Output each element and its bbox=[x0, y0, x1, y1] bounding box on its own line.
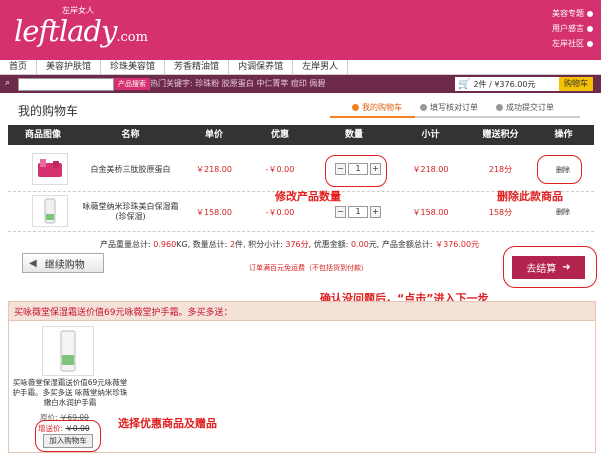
promo-product-name[interactable]: 买咏薇堂保湿霜送价值69元咏薇堂护手霜。多买多送 咏薇堂纳米珍珠嫩白水润护手霜 bbox=[10, 378, 130, 408]
search-icon: ⌕ bbox=[5, 78, 11, 88]
col-points: 赠送积分 bbox=[482, 130, 519, 140]
nav-item-oils[interactable]: 芳香精油馆 bbox=[165, 60, 230, 74]
top-link-testimonials[interactable]: 用户感言 bbox=[552, 21, 593, 36]
nav-item-skincare[interactable]: 美容护肤馆 bbox=[37, 60, 102, 74]
order-totals: 产品重量总计: 0.960KG, 数量总计: 2件, 积分小计: 376分, 优… bbox=[100, 239, 479, 250]
mini-cart: 🛒 2件 / ¥376.00元 购物车 bbox=[455, 77, 593, 91]
page-title: 我的购物车 bbox=[18, 104, 79, 118]
add-to-cart-button[interactable]: 加入购物车 bbox=[43, 434, 93, 448]
points-label: 件, 积分小计: bbox=[235, 240, 283, 249]
step-submit-order: 成功提交订单 bbox=[506, 103, 554, 112]
weight-value: 0.960 bbox=[153, 240, 177, 249]
unit-price: ￥158.00 bbox=[196, 208, 232, 217]
amount-label: 元, 产品金额总计: bbox=[368, 240, 433, 249]
promo-title: 买咏薇堂保湿霜送价值69元咏薇堂护手霜。多买多送： bbox=[14, 308, 233, 318]
step-confirm-order: 填写核对订单 bbox=[430, 103, 478, 112]
product-thumbnail[interactable] bbox=[32, 153, 68, 185]
mini-cart-button[interactable]: 购物车 bbox=[559, 77, 593, 91]
annotation-promo: 选择优惠商品及赠品 bbox=[118, 417, 217, 430]
col-image: 商品图像 bbox=[24, 130, 61, 140]
step-progress bbox=[330, 116, 415, 118]
top-links: 美容专题 用户感言 左岸社区 bbox=[552, 6, 593, 51]
top-link-community[interactable]: 左岸社区 bbox=[552, 36, 593, 51]
product-thumbnail[interactable] bbox=[32, 195, 68, 227]
subtotal: ￥218.00 bbox=[412, 165, 449, 174]
amount-value: ￥376.00元 bbox=[435, 240, 480, 249]
continue-label: 继续购物 bbox=[44, 259, 85, 271]
nav-item-home[interactable]: 首页 bbox=[0, 60, 38, 74]
search-input[interactable] bbox=[18, 78, 114, 91]
logo-text: leftlady bbox=[14, 14, 117, 48]
count-label: KG, 数量总计: bbox=[176, 240, 228, 249]
qty-decrease-button[interactable]: − bbox=[335, 206, 346, 218]
checkout-steps: 我的购物车 填写核对订单 成功提交订单 bbox=[330, 98, 580, 118]
top-link-label: 左岸社区 bbox=[552, 39, 584, 48]
qty-highlight-circle bbox=[325, 155, 387, 187]
col-price: 单价 bbox=[204, 130, 223, 140]
col-discount: 优惠 bbox=[270, 130, 289, 140]
product-name[interactable]: 白金美桥三肽胶原蛋白 bbox=[78, 164, 183, 175]
qty-input[interactable]: 1 bbox=[348, 206, 368, 218]
col-subtotal: 小计 bbox=[421, 130, 440, 140]
col-action: 操作 bbox=[554, 130, 573, 140]
delete-highlight-circle bbox=[537, 155, 582, 184]
nav-item-wellness[interactable]: 内调保养馆 bbox=[229, 60, 294, 74]
checkout-label: 去结算 bbox=[526, 264, 557, 275]
subtotal: ￥158.00 bbox=[412, 208, 449, 217]
quantity-stepper: − 1 + bbox=[335, 206, 381, 218]
main-nav: 首页 美容护肤馆 珍珠美容馆 芳香精油馆 内调保养馆 左岸男人 bbox=[0, 60, 601, 75]
step-marker-icon bbox=[352, 104, 359, 111]
table-row: 白金美桥三肽胶原蛋白 ￥218.00 -￥0.00 − 1 + ￥218.00 … bbox=[8, 145, 594, 192]
step-cart: 我的购物车 bbox=[362, 103, 402, 112]
link-bullet-icon bbox=[587, 10, 593, 17]
annotation-qty: 修改产品数量 bbox=[275, 190, 341, 203]
cart-table-header: 商品图像 名称 单价 优惠 数量 小计 赠送积分 操作 bbox=[8, 125, 594, 145]
product-name[interactable]: 咏薇堂纳米珍珠美白保湿霜(珍保湿) bbox=[78, 202, 183, 222]
discount: -￥0.00 bbox=[265, 208, 295, 217]
points: 218分 bbox=[488, 165, 513, 174]
mini-cart-summary: 2件 / ¥376.00元 bbox=[473, 79, 536, 89]
step-marker-icon bbox=[496, 104, 503, 111]
arrow-left-icon: ◀ bbox=[29, 257, 37, 269]
annotation-delete: 删除此款商品 bbox=[497, 190, 563, 203]
checkout-button[interactable]: 去结算 ➜ bbox=[512, 256, 585, 279]
discount: -￥0.00 bbox=[265, 165, 295, 174]
logo-suffix: .com bbox=[116, 30, 148, 45]
step-marker-icon bbox=[420, 104, 427, 111]
site-logo[interactable]: leftlady.com bbox=[14, 14, 148, 48]
hot-keywords: 热门关键字: 珍珠粉 胶原蛋白 中仁菁萃 痘印 佩碧 bbox=[150, 79, 326, 88]
col-qty: 数量 bbox=[344, 130, 363, 140]
qty-increase-button[interactable]: + bbox=[370, 206, 381, 218]
delete-button[interactable]: 删除 bbox=[556, 207, 570, 217]
points: 158分 bbox=[488, 208, 513, 217]
points-value: 376分 bbox=[285, 240, 309, 249]
col-name: 名称 bbox=[121, 130, 140, 140]
search-button[interactable]: 产品搜索 bbox=[114, 78, 150, 90]
nav-item-men[interactable]: 左岸男人 bbox=[293, 60, 349, 74]
discount-label: , 优惠金额: bbox=[308, 240, 349, 249]
weight-label: 产品重量总计: bbox=[100, 240, 151, 249]
nav-item-pearl[interactable]: 珍珠美容馆 bbox=[101, 60, 166, 74]
cart-icon: 🛒 bbox=[458, 78, 471, 90]
top-link-label: 用户感言 bbox=[552, 24, 584, 33]
logo-tagline: 左岸女人 bbox=[62, 6, 94, 15]
top-link-topics[interactable]: 美容专题 bbox=[552, 6, 593, 21]
arrow-right-icon: ➜ bbox=[562, 262, 571, 273]
top-link-label: 美容专题 bbox=[552, 9, 584, 18]
link-bullet-icon bbox=[587, 25, 593, 32]
continue-shopping-button[interactable]: ◀ 继续购物 bbox=[22, 253, 104, 273]
discount-value: 0.00 bbox=[350, 240, 369, 249]
link-bullet-icon bbox=[587, 40, 593, 47]
promo-product-image[interactable] bbox=[42, 326, 94, 376]
unit-price: ￥218.00 bbox=[196, 165, 232, 174]
free-shipping-note: 订单满百元免运费（不包括货到付款） bbox=[249, 264, 368, 272]
